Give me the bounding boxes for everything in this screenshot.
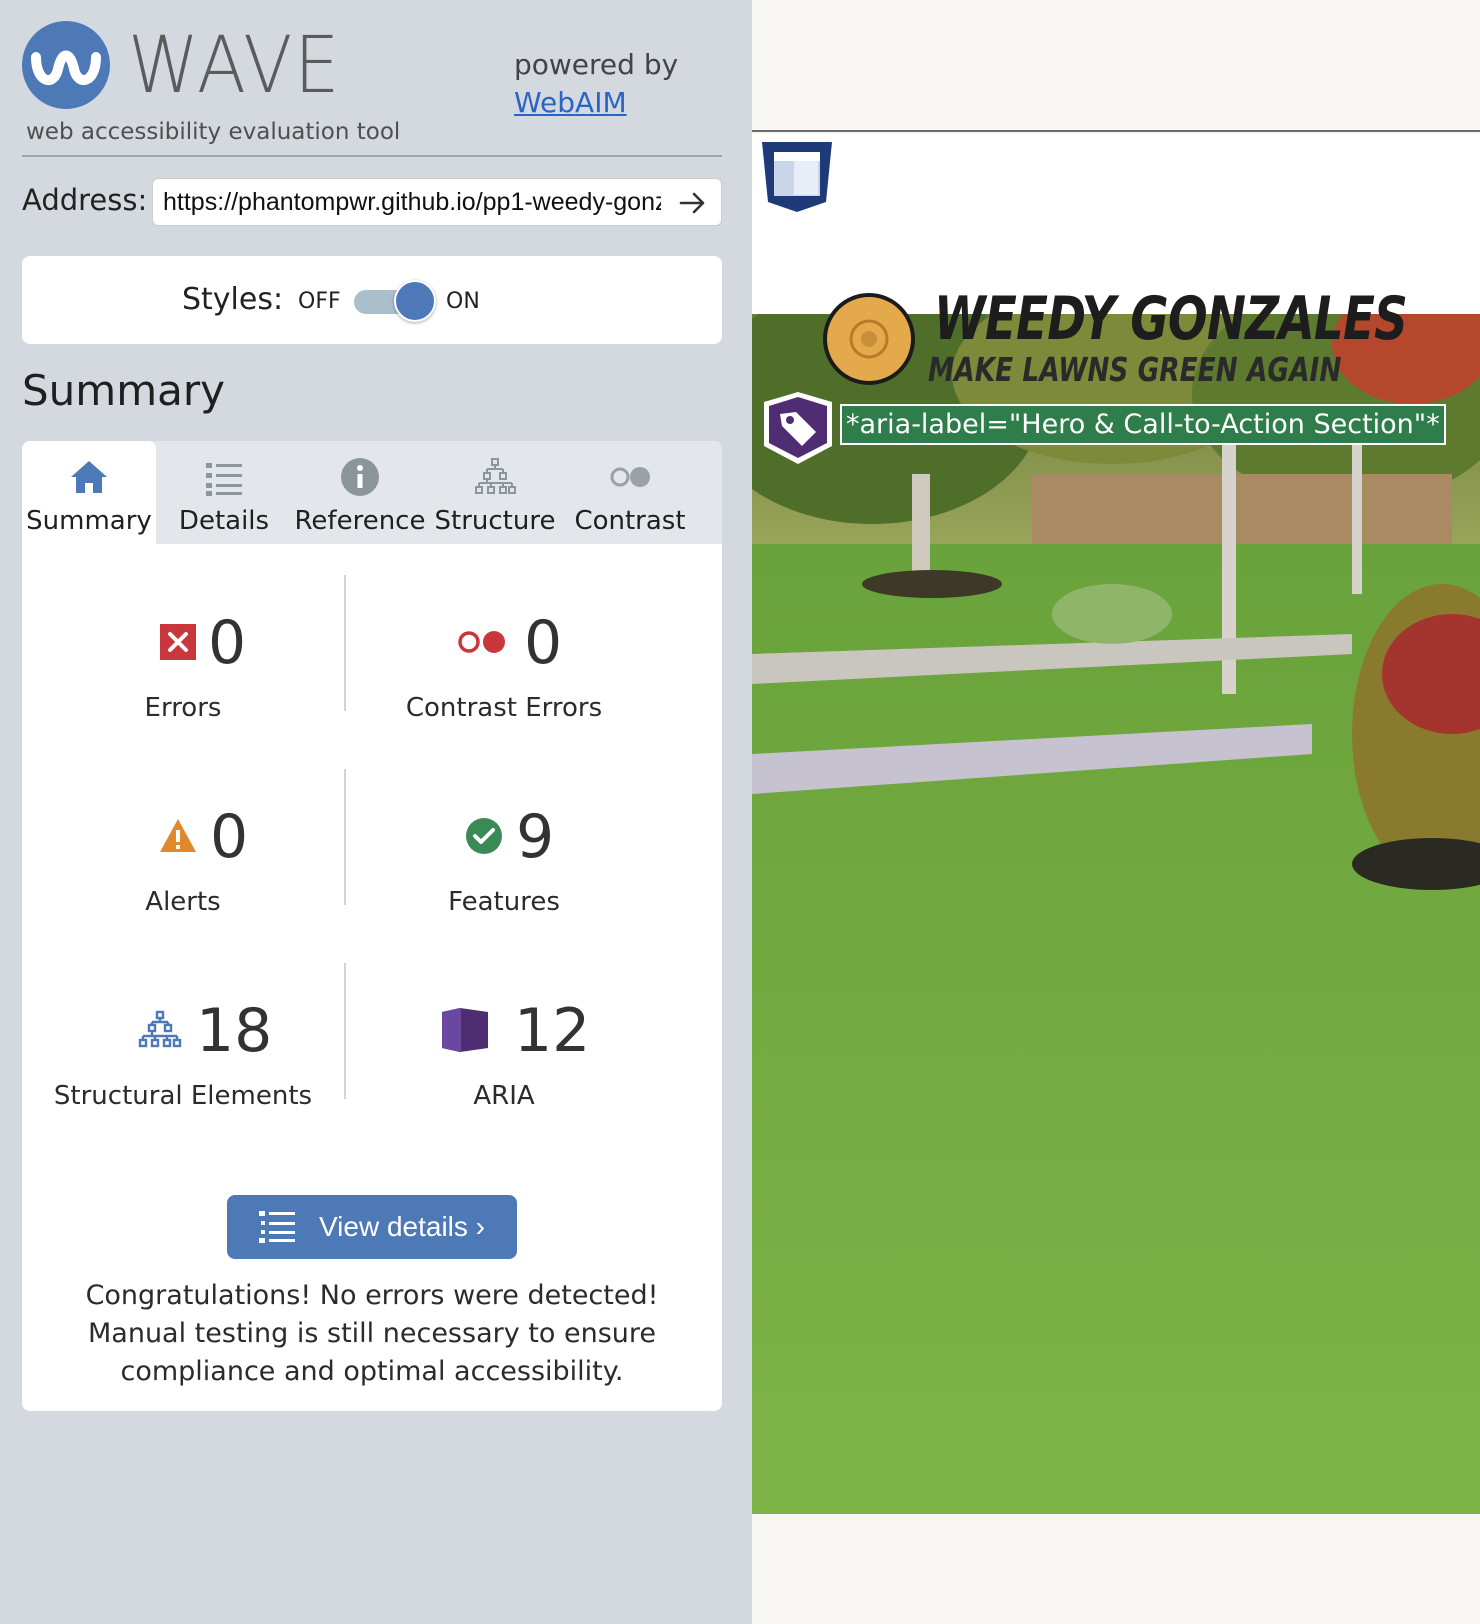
stat-features[interactable]: 9 Features <box>346 800 662 950</box>
list-icon <box>259 1211 295 1243</box>
structural-label: Structural Elements <box>53 1081 313 1111</box>
app-title: WAVE <box>128 21 342 111</box>
tab-label: Contrast <box>574 506 686 536</box>
contrast-errors-count: 0 <box>524 608 563 678</box>
error-icon <box>160 624 196 660</box>
summary-heading: Summary <box>22 366 225 415</box>
errors-label: Errors <box>144 693 222 723</box>
stat-top: 0 <box>22 606 344 680</box>
app-subtitle: web accessibility evaluation tool <box>26 119 401 145</box>
stat-top: 12 <box>346 994 662 1068</box>
tab-label: Summary <box>26 506 152 536</box>
view-details-label: View details › <box>319 1211 486 1242</box>
wave-sidebar: WAVE web accessibility evaluation tool p… <box>0 0 752 1624</box>
aria-tag-icon[interactable] <box>760 390 836 466</box>
page-preview: WEEDY GONZALES MAKE LAWNS GREEN AGAIN *a… <box>752 0 1480 1624</box>
stat-top: 18 <box>22 994 344 1068</box>
alerts-label: Alerts <box>145 887 221 917</box>
home-icon <box>71 461 107 493</box>
aria-label: ARIA <box>473 1081 535 1111</box>
aria-label-annotation: *aria-label="Hero & Call-to-Action Secti… <box>840 404 1446 445</box>
tab-details[interactable]: Details <box>156 441 292 544</box>
stat-aria[interactable]: 12 ARIA <box>346 994 662 1144</box>
brand-logo-icon <box>823 293 915 385</box>
stat-contrast-errors[interactable]: 0 Contrast Errors <box>346 606 662 756</box>
view-details-button[interactable]: View details › <box>227 1195 517 1259</box>
info-icon <box>341 458 379 496</box>
arrow-right-icon[interactable] <box>677 187 709 219</box>
list-icon <box>206 463 242 496</box>
stat-top: 0 <box>346 606 662 680</box>
styles-on-label: ON <box>446 289 480 314</box>
tab-structure[interactable]: Structure <box>428 441 562 544</box>
wave-logo-icon <box>22 21 110 109</box>
address-label: Address: <box>22 183 148 217</box>
features-label: Features <box>448 887 560 917</box>
structure-icon <box>475 458 516 494</box>
alerts-count: 0 <box>210 802 249 872</box>
aria-count: 12 <box>514 996 591 1066</box>
address-input[interactable] <box>163 179 661 225</box>
header-divider <box>22 155 722 157</box>
congrats-message: Congratulations! No errors were detected… <box>85 1280 659 1387</box>
aria-icon <box>442 1008 488 1052</box>
contrast-error-icon <box>458 631 505 653</box>
structural-count: 18 <box>196 996 273 1066</box>
stat-top: 9 <box>346 800 662 874</box>
brand-tagline: MAKE LAWNS GREEN AGAIN <box>928 350 1342 389</box>
stat-structural-elements[interactable]: 18 Structural Elements <box>22 994 344 1144</box>
feature-check-icon <box>466 818 502 854</box>
styles-off-label: OFF <box>298 289 341 314</box>
webaim-link[interactable]: WebAIM <box>514 86 627 120</box>
stat-alerts[interactable]: 0 Alerts <box>22 800 344 950</box>
powered-by-text: powered by <box>514 48 679 81</box>
address-bar <box>152 178 722 226</box>
tab-reference[interactable]: Reference <box>292 441 428 544</box>
structure-icon <box>138 1010 182 1048</box>
styles-label: Styles: <box>182 282 284 317</box>
contrast-errors-label: Contrast Errors <box>405 693 603 723</box>
hero-lawn-image <box>752 314 1480 1514</box>
styles-toggle-card: Styles: OFF ON <box>22 256 722 344</box>
features-count: 9 <box>516 802 555 872</box>
tab-bar: Summary Details Reference Structure Cont… <box>22 441 722 544</box>
preview-header-area <box>752 0 1480 132</box>
styles-toggle-knob[interactable] <box>394 280 436 322</box>
tab-label: Details <box>178 506 270 536</box>
contrast-icon <box>610 467 650 487</box>
tab-contrast[interactable]: Contrast <box>562 441 698 544</box>
region-icon[interactable] <box>760 140 834 216</box>
alert-icon <box>160 819 196 852</box>
tab-summary[interactable]: Summary <box>22 441 156 544</box>
stat-errors[interactable]: 0 Errors <box>22 606 344 756</box>
summary-panel: Summary Details Reference Structure Cont… <box>22 441 722 1411</box>
tab-label: Structure <box>434 506 556 536</box>
stat-top: 0 <box>22 800 344 874</box>
brand-name: WEEDY GONZALES <box>934 284 1408 354</box>
tab-label: Reference <box>294 506 426 536</box>
errors-count: 0 <box>208 608 247 678</box>
preview-footer-area <box>752 1514 1480 1624</box>
